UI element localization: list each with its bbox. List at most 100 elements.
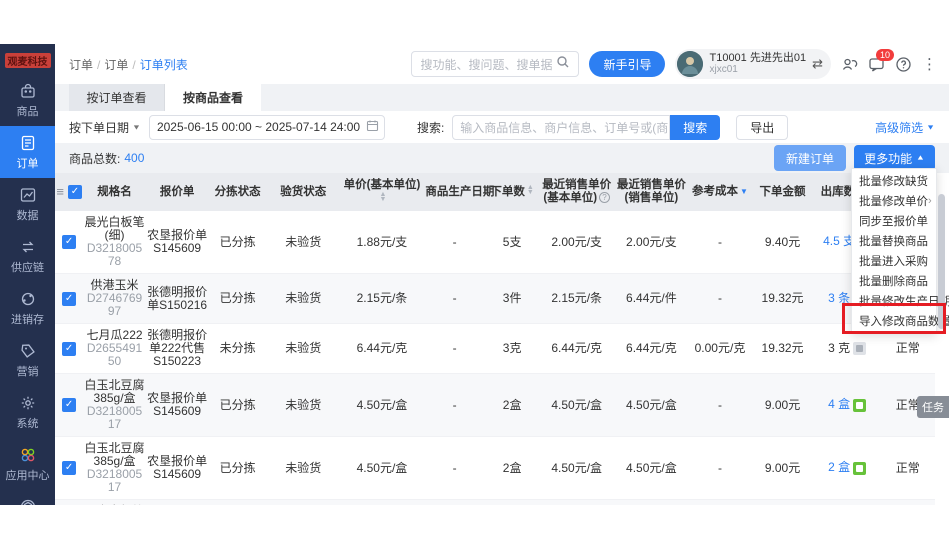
col-production-date[interactable]: 商品生产日期 xyxy=(424,173,485,211)
messages-icon[interactable]: 10 xyxy=(868,56,885,73)
guide-button[interactable]: 新手引导 xyxy=(589,51,665,77)
outbound-edit-icon[interactable] xyxy=(853,342,866,355)
tab-product-view[interactable]: 按商品查看 xyxy=(165,84,261,111)
advanced-filter-link[interactable]: 高级筛选▼ xyxy=(875,119,935,136)
dropdown-item[interactable]: 批量删除商品 xyxy=(852,271,936,291)
new-order-button[interactable]: 新建订单 xyxy=(774,145,846,171)
product-id: D274676997 xyxy=(84,292,145,318)
col-recent-price-base[interactable]: 最近销售单价 (基本单位)? xyxy=(539,173,614,211)
product-id: D321800517 xyxy=(84,405,145,431)
dropdown-item[interactable]: 导入修改商品数量 xyxy=(852,311,936,331)
sidebar-item-label: 订单 xyxy=(17,155,39,171)
order-amount: 9.40元 xyxy=(751,211,814,274)
recent-price-base: 6.44元/克 xyxy=(539,324,614,374)
row-checkbox[interactable]: ✓ xyxy=(62,292,76,306)
col-unit-price[interactable]: 单价(基本单位)▲▼ xyxy=(340,173,425,211)
task-floating-tab[interactable]: 任务 xyxy=(917,396,949,418)
vertical-scrollbar[interactable] xyxy=(938,194,945,329)
sidebar-item-data[interactable]: 数据 xyxy=(0,178,55,230)
help-circle-icon[interactable]: ? xyxy=(599,192,610,203)
col-order-amount[interactable]: 下单金额 xyxy=(751,173,814,211)
row-checkbox[interactable]: ✓ xyxy=(62,398,76,412)
dropdown-item[interactable]: 批量修改缺货 xyxy=(852,171,936,191)
quote-sheet: 农垦报价单S145609 xyxy=(147,391,207,418)
service-icon[interactable] xyxy=(841,56,858,73)
ref-cost: - xyxy=(689,437,752,500)
sort-icon[interactable]: ▲▼ xyxy=(527,186,534,196)
order-qty: 2盒 xyxy=(485,437,539,500)
export-button[interactable]: 导出 xyxy=(736,115,788,140)
sidebar-item-bottom[interactable] xyxy=(0,490,55,505)
breadcrumb: 订单/订单/订单列表 xyxy=(69,56,188,73)
outbound-edit-icon[interactable] xyxy=(853,399,866,412)
inspection-status: 未验货 xyxy=(267,211,340,274)
dropdown-item[interactable]: 批量修改单价 › xyxy=(852,191,936,211)
order-amount: 9.00元 xyxy=(751,437,814,500)
breadcrumb-level1[interactable]: 订单 xyxy=(69,58,93,72)
sidebar-item-marketing[interactable]: 营销 xyxy=(0,334,55,386)
sidebar-item-goods[interactable]: 商品 xyxy=(0,74,55,126)
order-qty: 3件 xyxy=(485,274,539,324)
select-all-checkbox[interactable]: ✓ xyxy=(68,185,82,199)
sidebar-item-system[interactable]: 系统 xyxy=(0,386,55,438)
breadcrumb-level2[interactable]: 订单 xyxy=(104,58,128,72)
outbound-edit-icon[interactable] xyxy=(853,462,866,475)
dropdown-item[interactable]: 批量进入采购 xyxy=(852,251,936,271)
production-date: - xyxy=(424,500,485,506)
search-label: 搜索: xyxy=(417,119,444,136)
outbound-qty-link[interactable]: 3 克 xyxy=(828,341,850,355)
tab-order-view[interactable]: 按订单查看 xyxy=(69,84,165,111)
dropdown-item[interactable]: 同步至报价单 xyxy=(852,211,936,231)
cycle-icon xyxy=(19,290,37,308)
ref-cost: - xyxy=(689,500,752,506)
production-date: - xyxy=(424,274,485,324)
row-checkbox[interactable]: ✓ xyxy=(62,342,76,356)
date-type-select[interactable]: 按下单日期▼ xyxy=(69,119,141,136)
col-spec-name[interactable]: 规格名 xyxy=(83,173,146,211)
col-inspection-status[interactable]: 验货状态 xyxy=(267,173,340,211)
sidebar-item-label: 数据 xyxy=(17,207,39,223)
ref-cost: - xyxy=(689,274,752,324)
col-ref-cost[interactable]: 参考成本▼ xyxy=(689,173,752,211)
filter-icon[interactable]: ▼ xyxy=(740,187,748,196)
dropdown-item[interactable]: 批量修改生产日期 xyxy=(852,291,936,311)
col-recent-price-sale[interactable]: 最近销售单价 (销售单位) xyxy=(614,173,689,211)
col-sorting-status[interactable]: 分拣状态 xyxy=(208,173,267,211)
ref-cost: - xyxy=(689,211,752,274)
help-icon[interactable] xyxy=(895,56,912,73)
global-search-input[interactable]: 搜功能、搜问题、搜单据 xyxy=(411,51,579,77)
table-search-input[interactable]: 输入商品信息、商户信息、订单号或(商品、商户 xyxy=(452,115,670,140)
outbound-qty-link[interactable]: 4 盒 xyxy=(828,397,850,411)
search-button[interactable]: 搜索 xyxy=(670,115,720,140)
user-menu[interactable]: T10001 先进先出01 xjxc01 ⇄ xyxy=(675,49,831,79)
row-checkbox[interactable]: ✓ xyxy=(62,461,76,475)
view-tabs: 按订单查看 按商品查看 xyxy=(55,84,949,111)
recent-price-base: 4.50元/盒 xyxy=(539,437,614,500)
table-header-row: ≡ ✓ 规格名 报价单 分拣状态 验货状态 单价(基本单位)▲▼ 商品生产日期 下… xyxy=(55,173,935,211)
dropdown-item[interactable]: 批量替换商品 xyxy=(852,231,936,251)
sidebar-item-app-center[interactable]: 应用中心 xyxy=(0,438,55,490)
sidebar-item-orders[interactable]: 订单 xyxy=(0,126,55,178)
row-checkbox[interactable]: ✓ xyxy=(62,235,76,249)
column-settings-icon[interactable]: ≡ xyxy=(56,184,64,199)
search-icon[interactable] xyxy=(556,55,570,74)
brand-logo: 观麦科技 xyxy=(5,53,51,68)
outbound-qty-link[interactable]: 3 条 xyxy=(828,291,850,305)
unit-price: 4.50元/盒 xyxy=(340,374,425,437)
sidebar-item-inventory[interactable]: 进销存 xyxy=(0,282,55,334)
switch-account-icon[interactable]: ⇄ xyxy=(812,56,823,72)
outbound-qty-link[interactable]: 2 盒 xyxy=(828,460,850,474)
sidebar-item-supply-chain[interactable]: 供应链 xyxy=(0,230,55,282)
more-menu-icon[interactable]: ⋮ xyxy=(922,55,937,73)
col-order-qty[interactable]: 下单数▲▼ xyxy=(485,173,539,211)
order-amount: 9.00元 xyxy=(751,374,814,437)
sidebar-item-label: 商品 xyxy=(17,103,39,119)
quote-sheet: 农垦报价单S145609 xyxy=(147,228,207,255)
sorting-status: 已分拣 xyxy=(208,374,267,437)
quote-sheet: 张德明报价单S150216 xyxy=(147,285,207,312)
inspection-status: 未验货 xyxy=(267,374,340,437)
sort-icon[interactable]: ▲▼ xyxy=(379,193,386,203)
inspection-status: 未验货 xyxy=(267,437,340,500)
col-quote-sheet[interactable]: 报价单 xyxy=(146,173,209,211)
date-range-input[interactable]: 2025-06-15 00:00 ~ 2025-07-14 24:00 xyxy=(149,115,385,140)
